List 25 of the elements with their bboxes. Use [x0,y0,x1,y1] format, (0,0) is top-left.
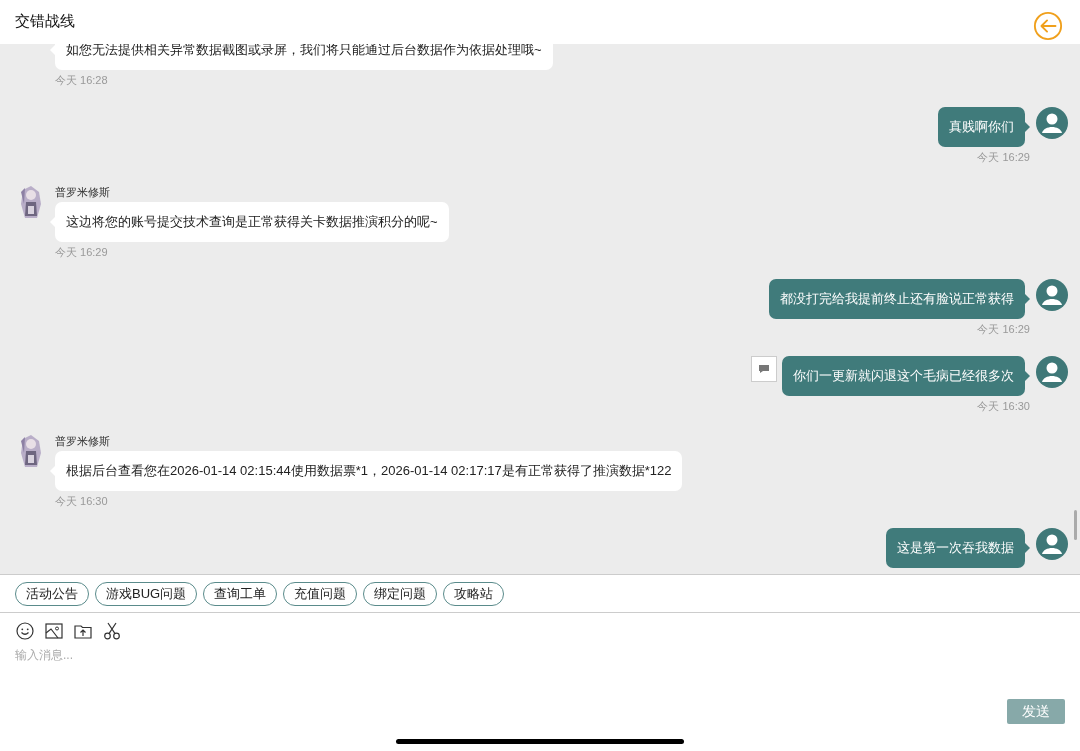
avatar-icon [1036,528,1068,560]
emoji-icon[interactable] [15,621,35,641]
chat-title: 交错战线 [15,11,75,31]
avatar-icon [1036,356,1068,388]
message-time: 今天 16:29 [977,322,1030,336]
scrollbar[interactable] [1074,510,1077,540]
image-icon[interactable] [44,621,64,641]
avatar-icon [1036,279,1068,311]
message-time: 今天 16:30 [977,399,1030,413]
sender-name: 普罗米修斯 [55,185,110,200]
message-time: 今天 16:29 [55,245,108,259]
message-time: 今天 16:28 [55,73,108,87]
quick-reply-button[interactable]: 活动公告 [15,581,89,606]
sender-name: 普罗米修斯 [55,434,110,449]
quick-reply-button[interactable]: 攻略站 [443,581,505,606]
quick-reply-button[interactable]: 查询工单 [203,581,278,606]
message-time: 今天 16:29 [977,150,1030,164]
message-time: 今天 16:30 [55,494,108,508]
comment-icon[interactable] [751,356,777,382]
quick-reply-button[interactable]: 充值问题 [283,581,358,606]
quick-reply-button[interactable]: 绑定问题 [363,581,438,606]
input-field[interactable]: 输入消息... [15,641,1065,697]
quick-reply-button[interactable]: 游戏BUG问题 [95,581,198,606]
scissors-icon[interactable] [102,621,122,641]
avatar-icon [1036,107,1068,139]
